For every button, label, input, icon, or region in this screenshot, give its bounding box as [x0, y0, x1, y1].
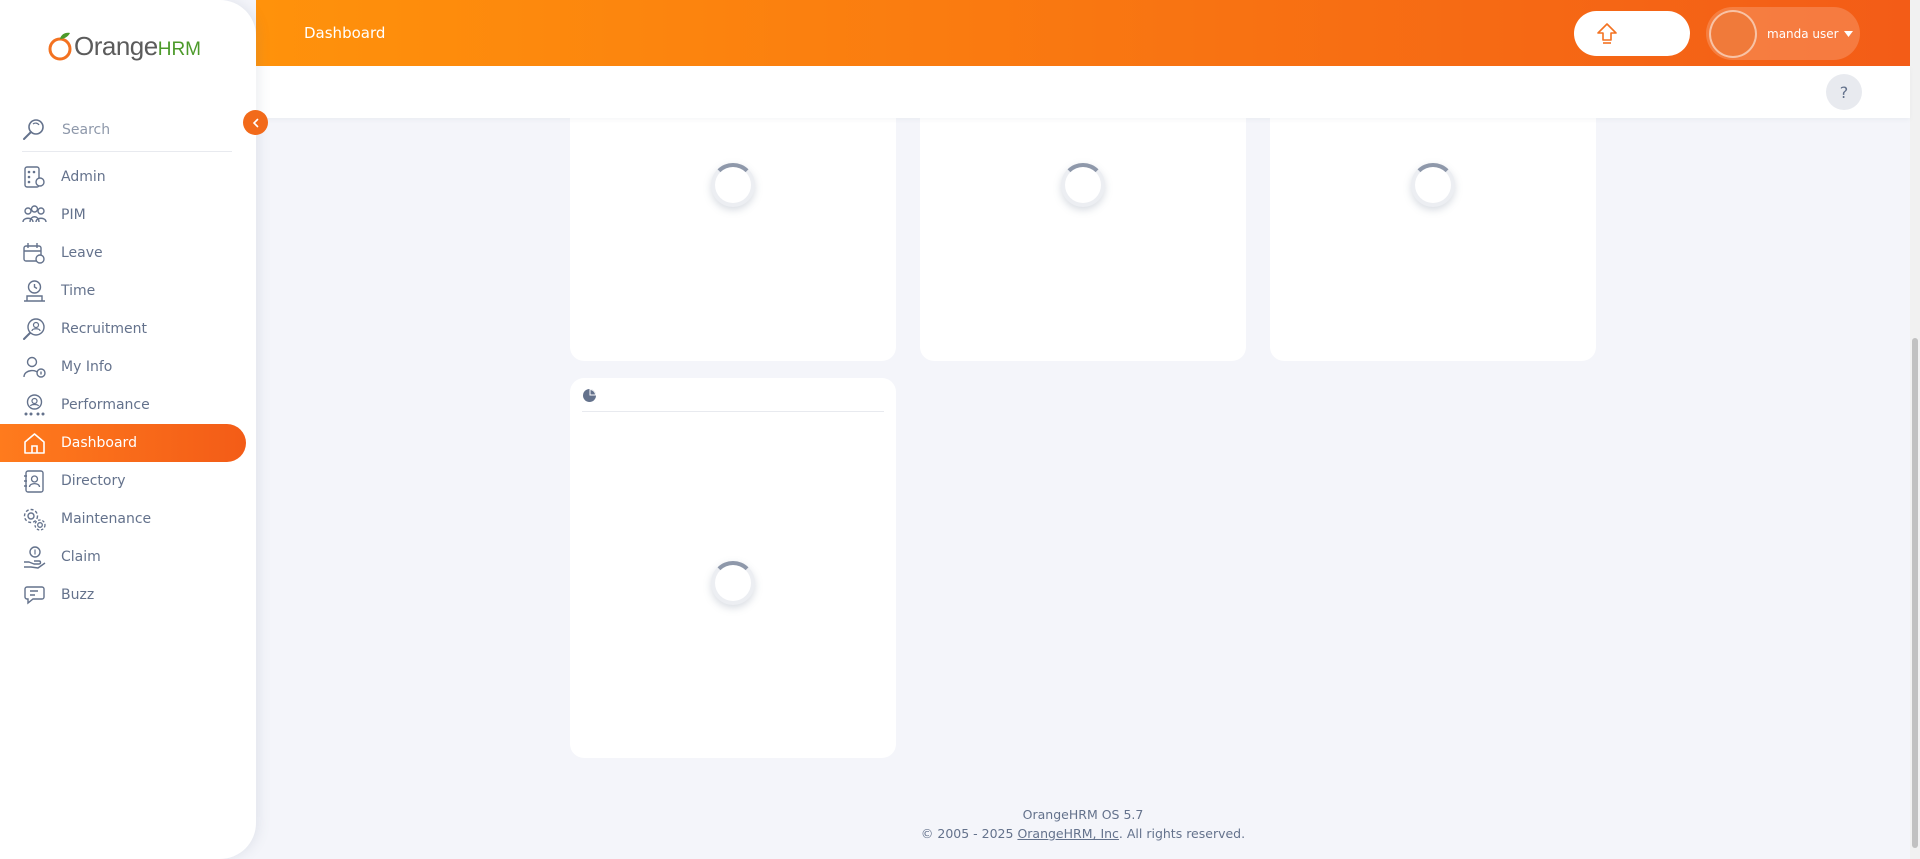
- sidebar: OrangeHRM Admin PI: [0, 0, 256, 859]
- upgrade-button[interactable]: [1574, 11, 1690, 56]
- sidebar-item-pim[interactable]: PIM: [0, 196, 246, 234]
- sidebar-item-label: Leave: [61, 245, 103, 261]
- sidebar-item-label: My Info: [61, 359, 113, 375]
- dashboard-icon: [24, 432, 45, 454]
- dashboard-widget: [1270, 100, 1596, 361]
- sidebar-item-label: Maintenance: [61, 511, 152, 527]
- loading-spinner: [711, 561, 755, 605]
- avatar: [1709, 9, 1757, 58]
- pim-icon: [22, 204, 47, 222]
- sidebar-item-recruitment[interactable]: Recruitment: [0, 310, 246, 348]
- sidebar-item-label: PIM: [61, 207, 86, 223]
- search-input[interactable]: [62, 121, 222, 138]
- widget-header: [582, 388, 884, 412]
- help-button[interactable]: ?: [1826, 74, 1862, 110]
- sidebar-item-label: Buzz: [61, 587, 95, 603]
- search-icon: [23, 118, 44, 140]
- dashboard-widget: [570, 100, 896, 361]
- maintenance-icon: [23, 508, 46, 531]
- sidebar-item-label: Performance: [61, 397, 150, 413]
- collapse-sidebar-button[interactable]: [243, 110, 268, 135]
- leave-icon: [23, 242, 45, 264]
- performance-icon: [24, 393, 45, 415]
- time-icon: [24, 279, 45, 302]
- top-bar: Dashboard manda user: [256, 0, 1910, 66]
- sub-navigation-bar: ?: [256, 66, 1910, 118]
- brand-logo[interactable]: OrangeHRM: [48, 30, 201, 62]
- my-info-icon: [23, 356, 46, 378]
- page-title: Dashboard: [304, 24, 386, 42]
- sidebar-item-dashboard[interactable]: Dashboard: [0, 424, 246, 462]
- caret-down-icon: [1843, 30, 1853, 37]
- chevron-left-icon: [252, 118, 258, 127]
- orangehrm-logo: OrangeHRM: [48, 30, 201, 62]
- sidebar-item-label: Directory: [61, 473, 126, 489]
- version-text: OrangeHRM OS 5.7: [1022, 807, 1144, 822]
- sidebar-item-performance[interactable]: Performance: [0, 386, 246, 424]
- sidebar-item-label: Dashboard: [61, 435, 137, 451]
- sidebar-item-label: Admin: [61, 169, 106, 185]
- sidebar-item-maintenance[interactable]: Maintenance: [0, 500, 246, 538]
- sidebar-item-label: Recruitment: [61, 321, 148, 337]
- sidebar-item-label: Claim: [61, 549, 101, 565]
- user-dropdown[interactable]: manda user: [1706, 7, 1860, 60]
- copyright-prefix: © 2005 - 2025: [920, 826, 1018, 841]
- user-name: manda user: [1767, 26, 1839, 41]
- company-link[interactable]: OrangeHRM, Inc: [1017, 826, 1118, 841]
- copyright-suffix: . All rights reserved.: [1118, 826, 1246, 841]
- main-menu: Admin PIM Leave Time Recruitment My Info…: [0, 158, 256, 614]
- upgrade-arrow-icon: [1597, 22, 1617, 44]
- orange-fruit-icon: [48, 32, 72, 61]
- logo-main-text: Orange: [74, 31, 158, 61]
- sidebar-item-buzz[interactable]: Buzz: [0, 576, 246, 614]
- directory-icon: [24, 469, 44, 493]
- sidebar-item-my-info[interactable]: My Info: [0, 348, 246, 386]
- sidebar-item-time[interactable]: Time: [0, 272, 246, 310]
- pie-chart-icon: [583, 389, 596, 402]
- buzz-icon: [24, 585, 45, 604]
- loading-spinner: [711, 163, 755, 207]
- scrollbar[interactable]: [1910, 0, 1920, 859]
- sidebar-search: [22, 108, 232, 152]
- footer: OrangeHRM OS 5.7 © 2005 - 2025 OrangeHRM…: [256, 805, 1910, 843]
- dashboard-widget: [920, 100, 1246, 361]
- admin-icon: [24, 165, 45, 188]
- copyright-text: © 2005 - 2025 OrangeHRM, Inc. All rights…: [256, 824, 1910, 843]
- loading-spinner: [1411, 163, 1455, 207]
- logo-suffix-text: HRM: [157, 39, 202, 60]
- recruitment-icon: [23, 317, 45, 340]
- sidebar-item-leave[interactable]: Leave: [0, 234, 246, 272]
- sidebar-item-claim[interactable]: Claim: [0, 538, 246, 576]
- sidebar-item-directory[interactable]: Directory: [0, 462, 246, 500]
- claim-icon: [24, 545, 46, 569]
- sidebar-item-label: Time: [61, 283, 96, 299]
- scrollbar-thumb[interactable]: [1912, 338, 1918, 848]
- loading-spinner: [1061, 163, 1105, 207]
- dashboard-widget-chart: [570, 378, 896, 758]
- sidebar-item-admin[interactable]: Admin: [0, 158, 246, 196]
